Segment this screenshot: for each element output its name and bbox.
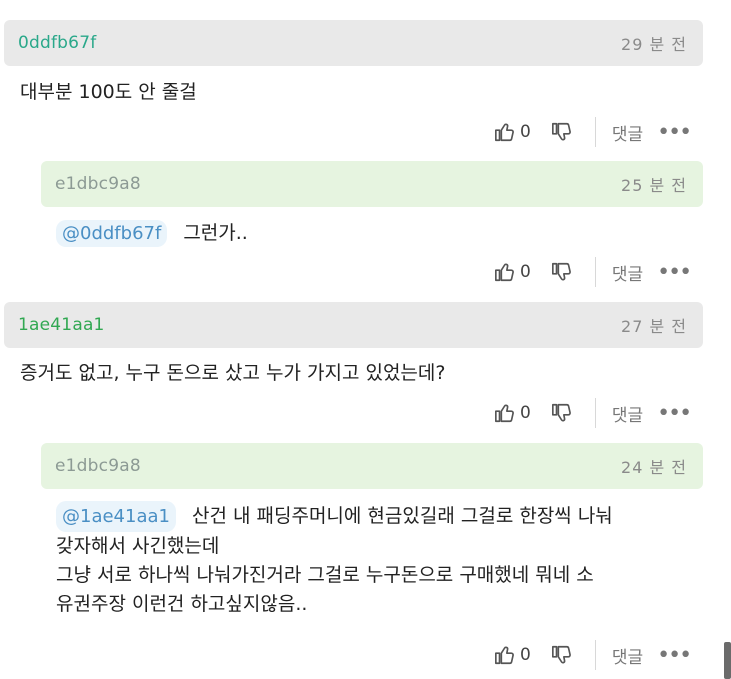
- comment-text: @1ae41aa1 산건 내 패딩주머니에 현금있길래 그걸로 한장씩 나눠 갖자…: [56, 501, 706, 619]
- mention-tag[interactable]: @0ddfb67f: [56, 220, 168, 247]
- more-dots-icon[interactable]: •••: [657, 260, 692, 285]
- thumbs-down-icon: [551, 122, 571, 141]
- comment-timestamp: 24 분 전: [621, 458, 687, 477]
- thumbs-up-icon: [495, 404, 514, 423]
- comment-timestamp: 27 분 전: [621, 317, 687, 336]
- comment-text: @0ddfb67f 그런가..: [56, 220, 248, 247]
- comment-username[interactable]: 0ddfb67f: [18, 33, 96, 53]
- reply-button[interactable]: 댓글: [612, 260, 643, 285]
- thumbs-up-icon: [495, 263, 514, 282]
- divider: [594, 398, 596, 428]
- divider: [594, 117, 596, 147]
- comment-text: 증거도 없고, 누구 돈으로 샀고 누가 가지고 있었는데?: [20, 362, 446, 384]
- thumbs-down-icon: [551, 645, 571, 664]
- comment-line: 유권주장 이런건 하고싶지않음..: [56, 593, 308, 615]
- comment-username[interactable]: e1dbc9a8: [55, 174, 141, 194]
- comment-timestamp: 25 분 전: [621, 176, 687, 195]
- like-count: 0: [520, 403, 531, 423]
- comment-header: 1ae41aa1 27 분 전: [4, 302, 703, 348]
- reply-button[interactable]: 댓글: [612, 401, 643, 426]
- reply-button[interactable]: 댓글: [612, 120, 643, 145]
- thumbs-down-icon: [551, 262, 571, 281]
- dislike-button[interactable]: [551, 644, 573, 666]
- comment-line: 갖자해서 사긴했는데: [56, 535, 220, 557]
- comment-actions: 0 댓글 •••: [494, 257, 692, 287]
- like-count: 0: [520, 262, 531, 282]
- thumbs-down-icon: [551, 403, 571, 422]
- more-dots-icon[interactable]: •••: [657, 643, 692, 668]
- scrollbar[interactable]: [724, 642, 731, 679]
- more-dots-icon[interactable]: •••: [657, 401, 692, 426]
- mention-tag[interactable]: @1ae41aa1: [56, 501, 176, 532]
- comment-username[interactable]: e1dbc9a8: [55, 456, 141, 476]
- comment-actions: 0 댓글 •••: [494, 117, 692, 147]
- like-button[interactable]: 0: [494, 402, 531, 424]
- comment-text: 대부분 100도 안 줄걸: [20, 81, 197, 103]
- comment-body: 산건 내 패딩주머니에 현금있길래 그걸로 한장씩 나눠: [191, 505, 613, 527]
- dislike-button[interactable]: [551, 121, 573, 143]
- like-count: 0: [520, 645, 531, 665]
- reply-header: e1dbc9a8 24 분 전: [41, 443, 703, 489]
- comment-line: 그냥 서로 하나씩 나눠가진거라 그걸로 누구돈으로 구매했네 뭐네 소: [56, 564, 594, 586]
- comment-actions: 0 댓글 •••: [494, 640, 692, 670]
- thumbs-up-icon: [495, 123, 514, 142]
- comment-actions: 0 댓글 •••: [494, 398, 692, 428]
- comment-line: @1ae41aa1 산건 내 패딩주머니에 현금있길래 그걸로 한장씩 나눠: [56, 501, 706, 532]
- like-button[interactable]: 0: [494, 644, 531, 666]
- dislike-button[interactable]: [551, 402, 573, 424]
- more-dots-icon[interactable]: •••: [657, 120, 692, 145]
- like-count: 0: [520, 122, 531, 142]
- comment-timestamp: 29 분 전: [621, 35, 687, 54]
- like-button[interactable]: 0: [494, 121, 531, 143]
- like-button[interactable]: 0: [494, 261, 531, 283]
- comment-username[interactable]: 1ae41aa1: [18, 315, 105, 335]
- comment-header: 0ddfb67f 29 분 전: [4, 20, 703, 66]
- comment-body: 그런가..: [183, 222, 248, 244]
- reply-button[interactable]: 댓글: [612, 643, 643, 668]
- reply-header: e1dbc9a8 25 분 전: [41, 161, 703, 207]
- divider: [594, 640, 596, 670]
- thumbs-up-icon: [495, 646, 514, 665]
- dislike-button[interactable]: [551, 261, 573, 283]
- divider: [594, 257, 596, 287]
